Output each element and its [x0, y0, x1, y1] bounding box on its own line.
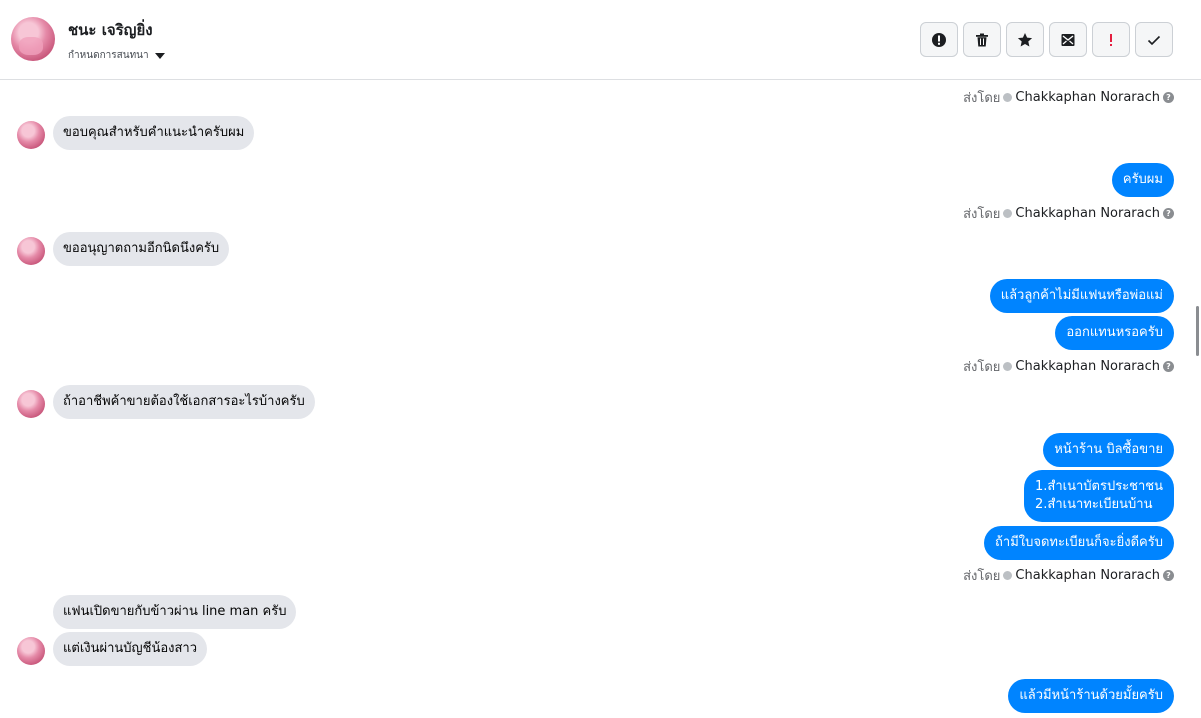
contact-avatar[interactable] [11, 17, 55, 61]
sent-by-prefix: ส่งโดย [963, 360, 1001, 375]
scrollbar-thumb[interactable] [1196, 306, 1199, 356]
page-icon [1003, 362, 1013, 371]
outgoing-message[interactable]: แล้วลูกค้าไม่มีแฟนหรือพ่อแม่ [989, 279, 1174, 313]
star-button[interactable] [1006, 22, 1044, 57]
sent-by-row: ส่งโดย Chakkaphan Norarach ? [963, 565, 1174, 586]
help-icon[interactable]: ? [1163, 361, 1174, 372]
checkmark-icon [1147, 35, 1161, 45]
delete-button[interactable] [963, 22, 1001, 57]
contact-avatar-small[interactable] [17, 390, 45, 418]
mark-unread-button[interactable] [1049, 22, 1087, 57]
page-icon [1003, 571, 1013, 580]
incoming-message[interactable]: ถ้าอาชีพค้าขายต้องใช้เอกสารอะไรบ้างครับ [53, 385, 315, 419]
sent-by-prefix: ส่งโดย [963, 207, 1001, 222]
message-thread[interactable]: ส่งโดย Chakkaphan Norarach ? ขอบคุณสำหรั… [0, 81, 1201, 718]
help-icon[interactable]: ? [1163, 570, 1174, 581]
spam-button[interactable] [1092, 22, 1130, 57]
outgoing-message[interactable]: ถ้ามีใบจดทะเบียนก็จะยิ่งดีครับ [984, 526, 1174, 560]
report-button[interactable] [920, 22, 958, 57]
assign-label: กำหนดการสนทนา [68, 50, 149, 61]
mark-done-button[interactable] [1135, 22, 1173, 57]
agent-name[interactable]: Chakkaphan Norarach [1015, 568, 1160, 583]
incoming-message[interactable]: ขออนุญาตถามอีกนิดนึงครับ [53, 232, 230, 266]
conversation-header: ชนะ เจริญยิ่ง กำหนดการสนทนา [0, 0, 1201, 80]
contact-avatar-small[interactable] [17, 637, 45, 665]
agent-name[interactable]: Chakkaphan Norarach [1015, 359, 1160, 374]
contact-avatar-small[interactable] [17, 121, 45, 149]
message-line: 2.สำเนาทะเบียนบ้าน [1035, 497, 1153, 512]
incoming-message[interactable]: แต่เงินผ่านบัญชีน้องสาว [53, 632, 208, 666]
contact-avatar-small[interactable] [17, 237, 45, 265]
sent-by-row: ส่งโดย Chakkaphan Norarach ? [963, 203, 1174, 224]
action-toolbar [920, 22, 1173, 57]
mark-unread-icon [1061, 33, 1075, 46]
sent-by-prefix: ส่งโดย [963, 91, 1001, 106]
caret-down-icon [154, 52, 165, 59]
spam-icon [1110, 33, 1112, 46]
page-icon [1003, 209, 1013, 218]
outgoing-message[interactable]: ครับผม [1111, 163, 1174, 197]
outgoing-message[interactable]: ออกแทนหรอครับ [1055, 316, 1174, 350]
contact-name[interactable]: ชนะ เจริญยิ่ง [68, 18, 153, 42]
message-line: 1.สำเนาบัตรประชาชน [1035, 479, 1163, 494]
help-icon[interactable]: ? [1163, 92, 1174, 103]
trash-icon [976, 33, 988, 46]
sent-by-row: ส่งโดย Chakkaphan Norarach ? [963, 356, 1174, 377]
assign-conversation-dropdown[interactable]: กำหนดการสนทนา [68, 48, 165, 63]
report-icon [932, 32, 946, 47]
sent-by-prefix: ส่งโดย [963, 569, 1001, 584]
outgoing-message[interactable]: แล้วมีหน้าร้านด้วยมั้ยครับ [1008, 679, 1174, 713]
agent-name[interactable]: Chakkaphan Norarach [1015, 206, 1160, 221]
incoming-message[interactable]: แฟนเปิดขายกับข้าวผ่าน line man ครับ [53, 595, 297, 629]
incoming-message[interactable]: ขอบคุณสำหรับคำแนะนำครับผม [53, 116, 255, 150]
star-icon [1017, 32, 1033, 46]
outgoing-message[interactable]: หน้าร้าน บิลซื้อขาย [1043, 433, 1174, 467]
page-icon [1003, 93, 1013, 102]
sent-by-row: ส่งโดย Chakkaphan Norarach ? [963, 87, 1174, 108]
agent-name[interactable]: Chakkaphan Norarach [1015, 90, 1160, 105]
help-icon[interactable]: ? [1163, 208, 1174, 219]
outgoing-message-multiline[interactable]: 1.สำเนาบัตรประชาชน 2.สำเนาทะเบียนบ้าน [1024, 470, 1174, 522]
